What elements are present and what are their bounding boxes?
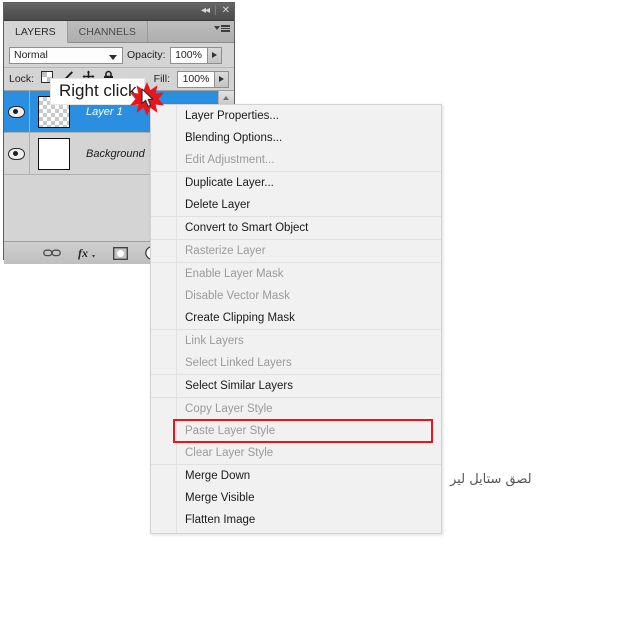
tab-channels[interactable]: CHANNELS bbox=[67, 21, 148, 42]
menu-item-rasterize-layer: Rasterize Layer bbox=[185, 245, 266, 257]
menu-item-select-similar-layers[interactable]: Select Similar Layers bbox=[151, 375, 441, 397]
menu-item-paste-layer-style[interactable]: Paste Layer Style bbox=[173, 419, 433, 443]
menu-item-delete-layer[interactable]: Delete Layer bbox=[151, 194, 441, 216]
blend-mode-select[interactable]: Normal bbox=[9, 46, 123, 64]
arabic-annotation-label: لصق ستايل لير bbox=[450, 472, 532, 487]
menu-item-link-layers: Link Layers bbox=[185, 335, 244, 347]
fill-control: 100% bbox=[177, 70, 229, 88]
layer-name-label: Layer 1 bbox=[86, 105, 123, 118]
menu-item-enable-layer-mask: Enable Layer Mask bbox=[185, 268, 284, 280]
menu-group: Convert to Smart Object bbox=[151, 216, 441, 239]
menu-group: Copy Layer Style Paste Layer Style Clear… bbox=[151, 397, 441, 464]
eye-icon bbox=[8, 147, 25, 160]
panel-options-menu-icon[interactable] bbox=[214, 25, 230, 32]
fill-slider-arrow-icon[interactable] bbox=[215, 70, 229, 88]
blend-mode-value: Normal bbox=[14, 49, 48, 61]
menu-group: Link Layers Select Linked Layers bbox=[151, 329, 441, 374]
panel-titlebar: ◂◂ | ✕ bbox=[4, 3, 234, 21]
menu-group: Enable Layer Mask Disable Vector Mask Cr… bbox=[151, 262, 441, 329]
menu-group: Layer Properties... Blending Options... … bbox=[151, 105, 441, 171]
opacity-input[interactable]: 100% bbox=[169, 46, 208, 64]
menu-item-layer-properties[interactable]: Layer Properties... bbox=[151, 105, 441, 127]
layer-visibility-toggle[interactable] bbox=[4, 91, 30, 132]
menu-item-clear-layer-style: Clear Layer Style bbox=[185, 447, 274, 459]
menu-item-copy-layer-style: Copy Layer Style bbox=[185, 403, 273, 415]
panel-titlebar-controls: ◂◂ | ✕ bbox=[201, 4, 230, 18]
layer-thumbnail[interactable] bbox=[38, 137, 70, 170]
add-layer-style-fx-icon[interactable]: fx bbox=[78, 246, 96, 260]
panel-tab-strip: LAYERS CHANNELS bbox=[4, 21, 234, 43]
tab-layers[interactable]: LAYERS bbox=[4, 21, 68, 43]
svg-text:fx: fx bbox=[78, 246, 88, 260]
tab-channels-label: CHANNELS bbox=[78, 25, 136, 38]
menu-item-merge-visible[interactable]: Merge Visible bbox=[151, 487, 441, 509]
chevron-down-icon bbox=[109, 54, 117, 60]
menu-group: Select Similar Layers bbox=[151, 374, 441, 397]
tab-layers-label: LAYERS bbox=[15, 25, 56, 38]
menu-item-convert-to-smart-object[interactable]: Convert to Smart Object bbox=[151, 217, 441, 239]
fill-input[interactable]: 100% bbox=[177, 70, 215, 88]
opacity-slider-arrow-icon[interactable] bbox=[207, 46, 222, 64]
menu-item-merge-down[interactable]: Merge Down bbox=[151, 465, 441, 487]
opacity-label: Opacity: bbox=[127, 49, 166, 61]
lock-label: Lock: bbox=[9, 73, 35, 85]
menu-group: Duplicate Layer... Delete Layer bbox=[151, 171, 441, 216]
right-click-tooltip-label: Right click bbox=[59, 81, 137, 100]
chevron-down-icon bbox=[214, 26, 220, 31]
hamburger-icon bbox=[221, 25, 230, 32]
menu-group: Rasterize Layer bbox=[151, 239, 441, 262]
layer-context-menu: Layer Properties... Blending Options... … bbox=[150, 104, 442, 534]
eye-icon bbox=[8, 105, 25, 118]
blend-opacity-row: Normal Opacity: 100% bbox=[4, 43, 234, 68]
menu-group: Merge Down Merge Visible Flatten Image bbox=[151, 464, 441, 531]
mouse-pointer-icon bbox=[141, 88, 155, 113]
opacity-control: 100% bbox=[169, 46, 222, 64]
menu-item-select-linked-layers: Select Linked Layers bbox=[185, 357, 292, 369]
menu-item-edit-adjustment: Edit Adjustment... bbox=[185, 154, 275, 166]
menu-item-disable-vector-mask: Disable Vector Mask bbox=[185, 290, 290, 302]
menu-item-duplicate-layer[interactable]: Duplicate Layer... bbox=[151, 172, 441, 194]
menu-item-create-clipping-mask[interactable]: Create Clipping Mask bbox=[151, 307, 441, 329]
titlebar-separator: | bbox=[214, 5, 217, 16]
close-icon[interactable]: ✕ bbox=[222, 4, 230, 18]
layer-name-label: Background bbox=[86, 147, 145, 160]
menu-item-flatten-image[interactable]: Flatten Image bbox=[151, 509, 441, 531]
collapse-panel-icon[interactable]: ◂◂ bbox=[201, 4, 210, 18]
link-layers-icon[interactable] bbox=[43, 248, 61, 258]
add-layer-mask-icon[interactable] bbox=[113, 246, 128, 260]
menu-item-blending-options[interactable]: Blending Options... bbox=[151, 127, 441, 149]
layer-visibility-toggle[interactable] bbox=[4, 133, 30, 174]
